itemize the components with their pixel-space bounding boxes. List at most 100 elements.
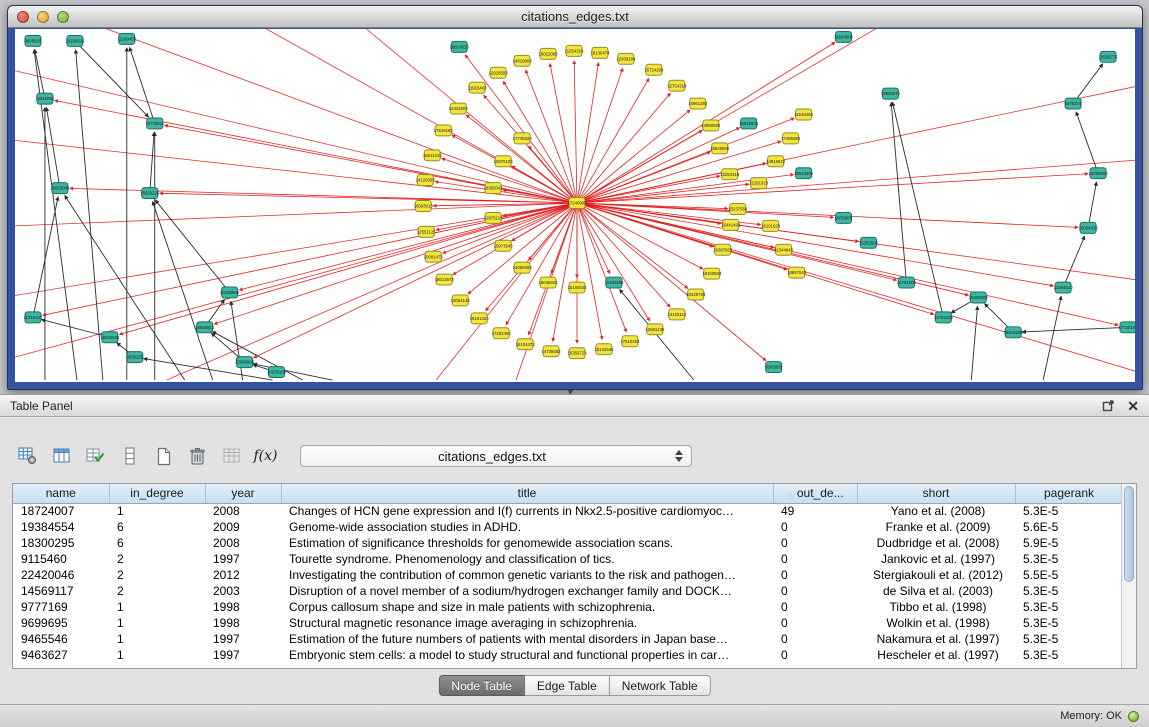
table-cell[interactable]: 9699695 <box>13 615 109 631</box>
import-table-icon[interactable] <box>218 444 245 468</box>
graph-node[interactable]: 14125113 <box>667 309 686 320</box>
graph-node[interactable]: 12254319 <box>720 169 740 180</box>
graph-node[interactable]: 15544905 <box>794 168 814 179</box>
graph-node[interactable]: 17510453 <box>620 336 640 347</box>
minimize-window-button[interactable] <box>37 11 49 23</box>
graph-node[interactable]: 16649500 <box>710 143 730 154</box>
table-cell[interactable]: 1998 <box>205 615 281 631</box>
table-mode-icon[interactable] <box>14 444 41 468</box>
graph-node[interactable]: 16815905 <box>739 118 759 129</box>
table-cell[interactable]: 0 <box>773 631 857 647</box>
table-cell[interactable]: 1997 <box>205 631 281 647</box>
table-cell[interactable]: Structural magnetic resonance image aver… <box>281 615 773 631</box>
table-cell[interactable]: Changes of HCN gene expression and I(f) … <box>281 503 773 519</box>
table-cell[interactable]: 19384554 <box>13 519 109 535</box>
table-cell[interactable]: Tourette syndrome. Phenomenology and cla… <box>281 551 773 567</box>
graph-node[interactable]: 12610651 <box>35 93 55 104</box>
delete-icon[interactable] <box>184 444 211 468</box>
graph-node[interactable]: 12161923 <box>749 178 769 189</box>
vertical-scrollbar[interactable] <box>1121 484 1136 668</box>
graph-node[interactable]: 14085093 <box>513 262 533 273</box>
graph-node[interactable]: 15184545 <box>567 282 587 293</box>
graph-node[interactable]: 11544943 <box>774 244 793 255</box>
column-header-short[interactable]: short <box>857 484 1015 503</box>
tab-node-table[interactable]: Node Table <box>438 675 525 696</box>
show-rows-icon[interactable] <box>116 444 143 468</box>
column-header-name[interactable]: name <box>13 484 109 503</box>
graph-node[interactable]: 22056605 <box>235 357 255 368</box>
graph-node[interactable]: 10429783 <box>686 289 706 300</box>
table-cell[interactable]: 2008 <box>205 503 281 519</box>
graph-node[interactable]: 16961293 <box>688 98 708 109</box>
graph-node[interactable]: 18130474 <box>590 47 610 58</box>
graph-node[interactable]: 16191423 <box>470 313 490 324</box>
graph-node[interactable]: 18184805 <box>834 31 854 42</box>
graph-node[interactable]: 9679905 <box>835 212 852 223</box>
table-cell[interactable]: 22420046 <box>13 567 109 583</box>
graph-node[interactable]: 15134545 <box>594 344 614 355</box>
network-canvas[interactable]: 1523758412254319166495001485058316961293… <box>15 29 1135 382</box>
graph-node[interactable]: 14810903 <box>513 55 533 66</box>
table-cell[interactable]: Corpus callosum shape and size in male p… <box>281 599 773 615</box>
graph-node[interactable]: 16011215 <box>423 150 442 161</box>
table-cell[interactable]: Tibbo et al. (1998) <box>857 599 1015 615</box>
table-cell[interactable]: Genome-wide association studies in ADHD. <box>281 519 773 535</box>
table-cell[interactable]: 18724007 <box>13 503 109 519</box>
table-cell[interactable]: Estimation of the future numbers of pati… <box>281 631 773 647</box>
graph-node[interactable]: 12551125 <box>417 226 436 237</box>
graph-node[interactable]: 16104473 <box>516 339 536 350</box>
graph-node[interactable]: 11915443 <box>468 82 487 93</box>
table-cell[interactable]: 1 <box>109 615 205 631</box>
graph-node[interactable]: 18150593 <box>702 268 722 279</box>
table-cell[interactable]: 5.3E-5 <box>1015 631 1123 647</box>
table-cell[interactable]: 5.9E-5 <box>1015 535 1123 551</box>
table-cell[interactable]: Franke et al. (2009) <box>857 519 1015 535</box>
graph-node[interactable]: 16791905 <box>897 277 917 288</box>
graph-node[interactable]: 12581235 <box>645 324 665 335</box>
network-window-titlebar[interactable]: citations_edges.txt <box>8 6 1142 28</box>
graph-node[interactable]: 11160455 <box>118 33 137 44</box>
table-cell[interactable]: Embryonic stem cells: a model to study s… <box>281 647 773 663</box>
function-builder-icon[interactable]: f(x) <box>252 444 279 468</box>
table-cell[interactable]: 5.3E-5 <box>1015 583 1123 599</box>
table-cell[interactable]: Stergiakouli et al. (2012) <box>857 567 1015 583</box>
table-cell[interactable]: Estimation of significance thresholds fo… <box>281 535 773 551</box>
graph-node[interactable]: 16022083 <box>539 48 559 59</box>
table-row[interactable]: 977716911998Corpus callosum shape and si… <box>13 599 1123 615</box>
new-file-icon[interactable] <box>150 444 177 468</box>
close-panel-icon[interactable]: ✕ <box>1127 399 1139 413</box>
table-cell[interactable]: 2012 <box>205 567 281 583</box>
graph-node[interactable]: 10235105 <box>267 367 287 378</box>
table-cell[interactable]: Yano et al. (2008) <box>857 503 1015 519</box>
graph-node[interactable]: 14129393 <box>416 175 436 186</box>
graph-node[interactable]: 11316157 <box>24 312 43 323</box>
table-row[interactable]: 911546021997Tourette syndrome. Phenomeno… <box>13 551 1123 567</box>
column-header-title[interactable]: title <box>281 484 773 503</box>
close-window-button[interactable] <box>17 11 29 23</box>
table-row[interactable]: 969969511998Structural magnetic resonanc… <box>13 615 1123 631</box>
graph-node[interactable]: 18302042 <box>484 183 504 194</box>
table-cell[interactable]: 2003 <box>205 583 281 599</box>
graph-node[interactable]: 18405605 <box>969 292 989 303</box>
table-cell[interactable]: Investigating the contribution of common… <box>281 567 773 583</box>
graph-node[interactable]: 17725105 <box>1119 322 1135 333</box>
graph-node[interactable]: 11254319 <box>565 45 584 56</box>
column-header-year[interactable]: year <box>205 484 281 503</box>
graph-node[interactable]: 16054816 <box>1079 222 1099 233</box>
graph-node[interactable]: 16916205 <box>1004 327 1024 338</box>
table-cell[interactable]: 1 <box>109 631 205 647</box>
table-cell[interactable]: 5.3E-5 <box>1015 503 1123 519</box>
table-cell[interactable]: 1 <box>109 599 205 615</box>
table-cell[interactable]: 1 <box>109 647 205 663</box>
graph-node[interactable]: 19946274 <box>881 88 901 99</box>
table-cell[interactable]: 9777169 <box>13 599 109 615</box>
column-header-pagerank[interactable]: pagerank <box>1015 484 1123 503</box>
table-cell[interactable]: 2 <box>109 583 205 599</box>
graph-node[interactable]: 15829225 <box>140 188 160 199</box>
create-column-icon[interactable] <box>82 444 109 468</box>
table-cell[interactable]: 0 <box>773 583 857 599</box>
graph-node[interactable]: 18957943 <box>787 267 807 278</box>
table-cell[interactable]: 6 <box>109 519 205 535</box>
network-graph[interactable]: 1523758412254319166495001485058316961293… <box>15 29 1135 382</box>
table-cell[interactable]: 5.3E-5 <box>1015 599 1123 615</box>
